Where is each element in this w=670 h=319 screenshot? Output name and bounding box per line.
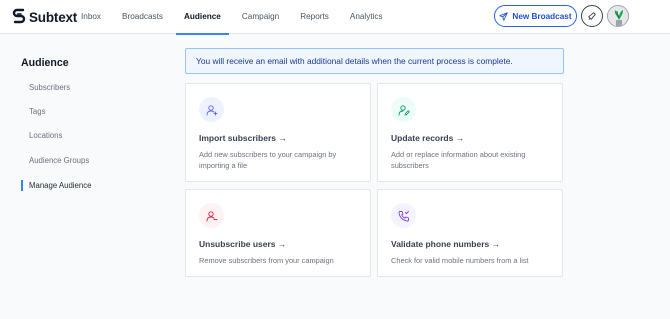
card-title[interactable]: Update records → xyxy=(391,133,464,143)
avatar-plant-image xyxy=(608,6,628,26)
card-title[interactable]: Unsubscribe users → xyxy=(199,239,286,249)
sidebar-title: Audience xyxy=(21,57,69,69)
app-logo[interactable]: Subtext xyxy=(12,8,77,26)
card-title[interactable]: Import subscribers → xyxy=(199,133,287,143)
card-description: Check for valid mobile numbers from a li… xyxy=(391,256,529,265)
user-minus-icon xyxy=(206,210,217,221)
announcements-button[interactable] xyxy=(581,5,603,27)
new-broadcast-label: New Broadcast xyxy=(512,11,572,21)
new-broadcast-button[interactable]: New Broadcast xyxy=(494,5,577,27)
nav-item-audience[interactable]: Audience xyxy=(176,0,229,35)
sidebar-item-audience-groups[interactable]: Audience Groups xyxy=(21,155,89,167)
sidebar-item-subscribers[interactable]: Subscribers xyxy=(21,82,70,94)
sidebar-item-manage-audience[interactable]: Manage Audience xyxy=(21,180,91,192)
nav-item-analytics[interactable]: Analytics xyxy=(349,0,384,34)
nav-item-reports[interactable]: Reports xyxy=(299,0,330,34)
app-name: Subtext xyxy=(29,9,78,25)
card-title[interactable]: Validate phone numbers → xyxy=(391,239,500,249)
card-icon-wrap xyxy=(391,203,416,228)
update-records-card[interactable]: Update records → Add or replace informat… xyxy=(377,83,563,182)
subtext-logo-icon xyxy=(12,8,26,24)
user-avatar[interactable] xyxy=(607,5,629,27)
send-icon xyxy=(499,11,509,21)
validate-phone-numbers-card[interactable]: Validate phone numbers → Check for valid… xyxy=(377,189,563,277)
nav-item-broadcasts[interactable]: Broadcasts xyxy=(121,0,164,34)
top-navigation-bar: Subtext Inbox Broadcasts Audience Campai… xyxy=(0,0,670,35)
unsubscribe-users-card[interactable]: Unsubscribe users → Remove subscribers f… xyxy=(185,189,371,277)
card-description: Remove subscribers from your campaign xyxy=(199,256,334,265)
process-info-alert: You will receive an email with additiona… xyxy=(185,48,564,74)
megaphone-icon xyxy=(588,12,596,20)
card-description: Add or replace information about existin… xyxy=(391,150,526,170)
nav-item-inbox[interactable]: Inbox xyxy=(80,0,102,34)
nav-item-campaign[interactable]: Campaign xyxy=(241,0,280,34)
user-edit-icon xyxy=(398,104,410,115)
card-icon-wrap xyxy=(199,203,224,228)
import-subscribers-card[interactable]: Import subscribers → Add new subscribers… xyxy=(185,83,371,182)
main-nav: Inbox Broadcasts Audience Campaign Repor… xyxy=(80,0,403,35)
card-icon-wrap xyxy=(391,97,416,122)
phone-icon xyxy=(398,210,409,221)
card-icon-wrap xyxy=(199,97,224,122)
user-plus-icon xyxy=(206,104,217,115)
card-description: Add new subscribers to your campaign by … xyxy=(199,150,337,170)
sidebar-item-tags[interactable]: Tags xyxy=(21,106,45,118)
sidebar-item-locations[interactable]: Locations xyxy=(21,130,62,142)
